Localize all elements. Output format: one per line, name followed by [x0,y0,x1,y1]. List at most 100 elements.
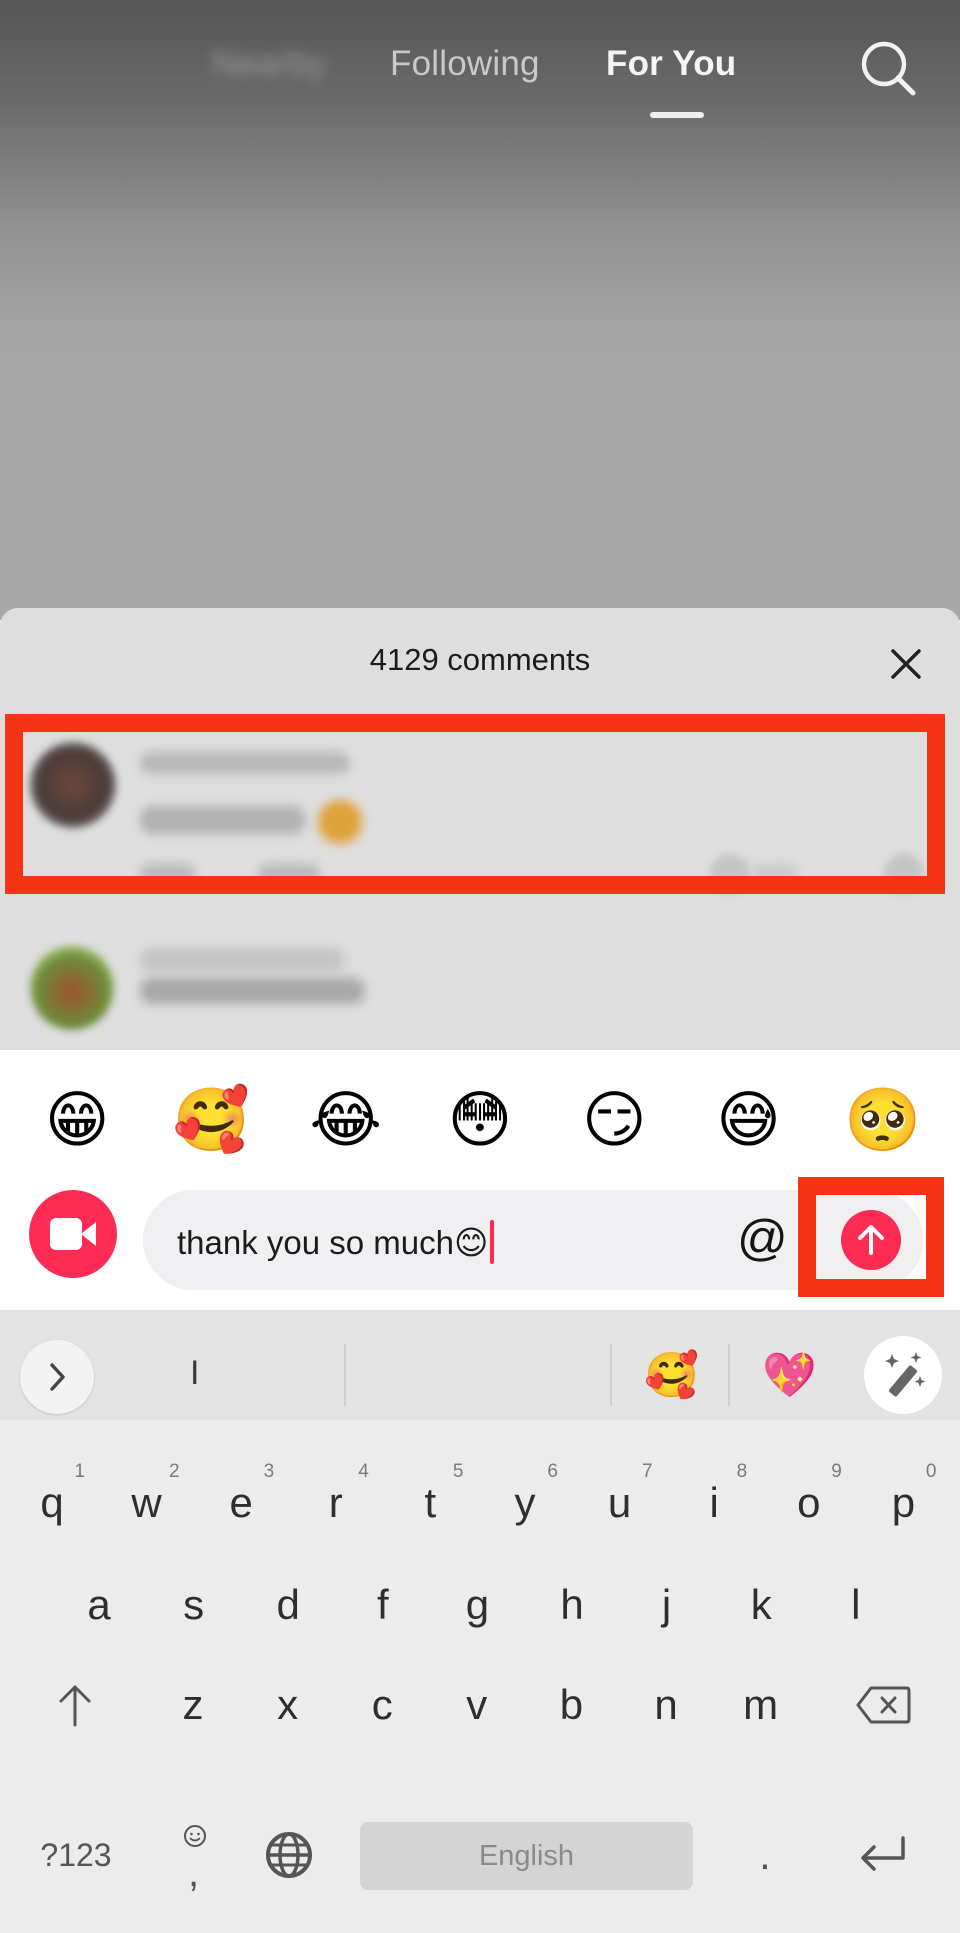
quick-emoji-grin[interactable]: 😁 [27,1080,127,1170]
tab-for-you[interactable]: For You [606,44,736,84]
key-w[interactable]: w2 [102,1448,192,1558]
close-icon [891,649,921,679]
suggestion-divider [344,1344,346,1406]
key-q[interactable]: q1 [7,1448,97,1558]
suggestion-divider [610,1344,612,1406]
key-s[interactable]: s [149,1550,239,1660]
compose-area: 😁 🥰 😂 😳 😏 😅 🥺 thank you so much😊 @ [0,1050,960,1310]
quick-emoji-pleading[interactable]: 🥺 [833,1080,933,1170]
quick-emoji-sweat-smile[interactable]: 😅 [699,1080,799,1170]
key-e[interactable]: e3 [196,1448,286,1558]
dislike-icon[interactable] [884,854,924,894]
video-reply-button[interactable] [29,1190,117,1278]
language-key[interactable] [244,1800,334,1910]
key-number-hint: 7 [642,1461,653,1482]
quick-emoji-row: 😁 🥰 😂 😳 😏 😅 🥺 [0,1080,960,1170]
key-label: o [797,1479,821,1526]
shift-key[interactable] [30,1650,120,1760]
suggestion-emoji-sparkling-heart[interactable]: 💖 [762,1348,817,1404]
key-label: r [328,1479,343,1526]
enter-icon [861,1836,905,1871]
quick-emoji-smirk[interactable]: 😏 [564,1080,664,1170]
arrow-up-icon [858,1225,884,1255]
like-icon[interactable] [710,854,750,894]
key-label: w [131,1479,162,1526]
comment-input-value: thank you so much😊 [177,1223,489,1261]
key-o[interactable]: o9 [764,1448,854,1558]
video-camera-icon [50,1218,96,1250]
key-z[interactable]: z [148,1650,238,1760]
key-g[interactable]: g [432,1550,522,1660]
on-screen-keyboard: I 🥰 💖 q1w2e3r4t5y6u7i8o9p0 asdfghjkl z x… [0,1310,960,1933]
text-caret [490,1220,495,1264]
key-p[interactable]: p0 [858,1448,948,1558]
comment-input[interactable]: thank you so much😊 @ [143,1190,923,1290]
key-i[interactable]: i8 [669,1448,759,1558]
magic-wand-icon [885,1352,926,1397]
close-button[interactable] [884,642,928,686]
key-x[interactable]: x [243,1650,333,1760]
key-j[interactable]: j [622,1550,712,1660]
enter-key[interactable] [838,1800,928,1910]
key-n[interactable]: n [621,1650,711,1760]
key-number-hint: 4 [358,1461,369,1482]
comment-text [140,806,305,834]
key-number-hint: 5 [452,1461,464,1482]
commenter-avatar[interactable] [30,946,114,1030]
period-key[interactable]: . [720,1800,810,1910]
key-number-hint: 3 [263,1461,275,1482]
comment-emoji [318,800,362,844]
key-c[interactable]: c [337,1650,427,1760]
tab-nearby[interactable]: Nearby [212,44,326,84]
comment-time [140,864,195,884]
key-label: i [709,1479,719,1526]
backspace-key[interactable] [838,1650,928,1760]
space-key[interactable]: English [360,1822,693,1890]
tab-following[interactable]: Following [390,44,540,84]
key-label: t [424,1479,437,1526]
key-h[interactable]: h [527,1550,617,1660]
key-t[interactable]: t5 [385,1448,475,1558]
quick-emoji-hearts[interactable]: 🥰 [161,1080,261,1170]
search-button[interactable] [858,38,920,100]
key-u[interactable]: u7 [575,1448,665,1558]
comments-sheet: 4129 comments [0,608,960,1058]
comment-username[interactable] [140,978,365,1004]
comment-item[interactable] [0,714,960,894]
comment-item[interactable] [0,938,960,1058]
key-label: u [607,1479,632,1526]
key-m[interactable]: m [716,1650,806,1760]
reply-button[interactable] [258,864,320,884]
quick-emoji-joy[interactable]: 😂 [296,1080,396,1170]
key-l[interactable]: l [811,1550,901,1660]
comma-key[interactable]: , [150,1800,240,1910]
key-r[interactable]: r4 [291,1448,381,1558]
symbols-key[interactable]: ?123 [30,1800,122,1910]
comment-username[interactable] [140,752,350,774]
key-number-hint: 1 [74,1461,85,1482]
key-d[interactable]: d [243,1550,333,1660]
key-label: p [891,1479,916,1526]
key-b[interactable]: b [526,1650,616,1760]
key-label: e [229,1479,253,1526]
key-label: q [40,1479,64,1526]
send-button[interactable] [841,1210,901,1270]
quick-emoji-flushed[interactable]: 😳 [430,1080,530,1170]
suggestion-emoji-hearts[interactable]: 🥰 [644,1348,699,1404]
suggestion-word[interactable]: I [190,1354,199,1393]
expand-toolbar-button[interactable] [20,1340,94,1414]
key-label: y [514,1479,536,1526]
key-f[interactable]: f [338,1550,428,1660]
magic-wand-button[interactable] [864,1336,942,1414]
suggestion-divider [728,1344,730,1406]
comments-count-title: 4129 comments [369,642,591,677]
key-a[interactable]: a [54,1550,144,1660]
top-nav: Nearby Following For You [0,0,960,130]
mention-button[interactable]: @ [737,1206,788,1270]
like-count [752,864,798,882]
key-v[interactable]: v [432,1650,522,1760]
key-y[interactable]: y6 [480,1448,570,1558]
key-k[interactable]: k [716,1550,806,1660]
chevron-right-icon [50,1363,65,1391]
commenter-avatar[interactable] [30,742,116,828]
